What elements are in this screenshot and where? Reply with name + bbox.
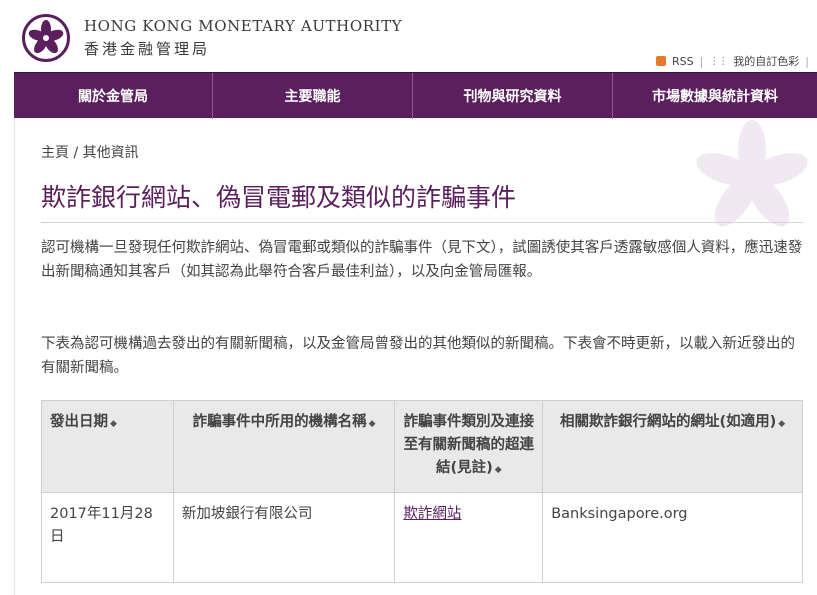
utility-divider: | [699, 54, 704, 68]
col-header-date[interactable]: 發出日期 ◆ [41, 400, 174, 493]
utility-divider: | [805, 54, 809, 68]
intro-paragraph: 認可機構一旦發現任何欺詐網站、偽冒電郵或類似的詐騙事件（見下文），試圖誘使其客戶… [41, 240, 803, 280]
breadcrumb-separator: / [73, 145, 79, 161]
cell-date: 2017年11月28日 [41, 492, 174, 583]
main-nav: 關於金管局 主要職能 刊物與研究資料 市場數據與統計資料 [14, 72, 817, 119]
col-header-type[interactable]: 詐騙事件類別及連接至有關新聞稿的超連結(見註) ◆ [394, 400, 544, 493]
nav-item-functions[interactable]: 主要職能 [213, 73, 413, 119]
cell-institution: 新加坡銀行有限公司 [172, 492, 396, 583]
col-header-url[interactable]: 相關欺詐銀行網站的網址(如適用) ◆ [542, 400, 803, 493]
table-description-paragraph: 下表為認可機構過去發出的有關新聞稿，以及金管局曾發出的其他類似的新聞稿。下表會不… [41, 336, 795, 376]
bauhinia-icon [28, 20, 64, 54]
rss-link[interactable]: RSS [672, 55, 694, 68]
sort-icon[interactable]: ◆ [495, 465, 502, 475]
main-content: 主頁 / 其他資訊 欺詐銀行網站、偽冒電郵及類似的詐騙事件 認可機構一旦發現任何… [14, 118, 817, 595]
breadcrumb-home[interactable]: 主頁 [41, 145, 69, 161]
site-header: HONG KONG MONETARY AUTHORITY 香港金融管理局 RSS… [0, 0, 817, 72]
sort-icon[interactable]: ◆ [369, 419, 376, 429]
table-header-row: 發出日期 ◆ 詐騙事件中所用的機構名稱 ◆ 詐騙事件類別及連接至有關新聞稿的超連結(… [41, 400, 803, 493]
cell-url: Banksingapore.org [542, 492, 803, 583]
col-header-date-label: 發出日期 [50, 414, 108, 430]
nav-item-market-data[interactable]: 市場數據與統計資料 [613, 73, 817, 119]
page-title: 欺詐銀行網站、偽冒電郵及類似的詐騙事件 [41, 183, 517, 212]
col-header-institution-label: 詐騙事件中所用的機構名稱 [192, 414, 367, 430]
sort-icon[interactable]: ◆ [778, 419, 785, 429]
hkma-logo[interactable] [22, 14, 70, 62]
breadcrumb: 主頁 / 其他資訊 [41, 142, 139, 162]
col-header-institution[interactable]: 詐騙事件中所用的機構名稱 ◆ [172, 400, 396, 493]
utility-links: RSS | ⋮⋮ 我的自訂色彩 | [655, 53, 809, 69]
nav-item-about[interactable]: 關於金管局 [14, 73, 213, 119]
cell-type: 欺詐網站 [394, 492, 544, 583]
bauhinia-watermark-icon [696, 120, 808, 227]
press-release-link[interactable]: 欺詐網站 [403, 506, 461, 522]
org-name-chinese[interactable]: 香港金融管理局 [84, 38, 210, 59]
table-row: 2017年11月28日 新加坡銀行有限公司 欺詐網站 Banksingapore… [41, 492, 803, 583]
rss-icon[interactable] [655, 56, 666, 66]
nav-item-publications[interactable]: 刊物與研究資料 [413, 73, 613, 119]
custom-color-link[interactable]: 我的自訂色彩 [733, 53, 799, 69]
sort-icon[interactable]: ◆ [110, 419, 117, 429]
breadcrumb-current: 其他資訊 [82, 145, 139, 161]
palette-icon[interactable]: ⋮⋮ [709, 56, 728, 67]
fraud-cases-table: 發出日期 ◆ 詐騙事件中所用的機構名稱 ◆ 詐騙事件類別及連接至有關新聞稿的超連結(… [41, 400, 803, 583]
col-header-type-label: 詐騙事件類別及連接至有關新聞稿的超連結(見註) [403, 414, 535, 476]
title-divider [41, 222, 803, 223]
col-header-url-label: 相關欺詐銀行網站的網址(如適用) [560, 414, 777, 430]
org-name-english[interactable]: HONG KONG MONETARY AUTHORITY [84, 17, 402, 35]
